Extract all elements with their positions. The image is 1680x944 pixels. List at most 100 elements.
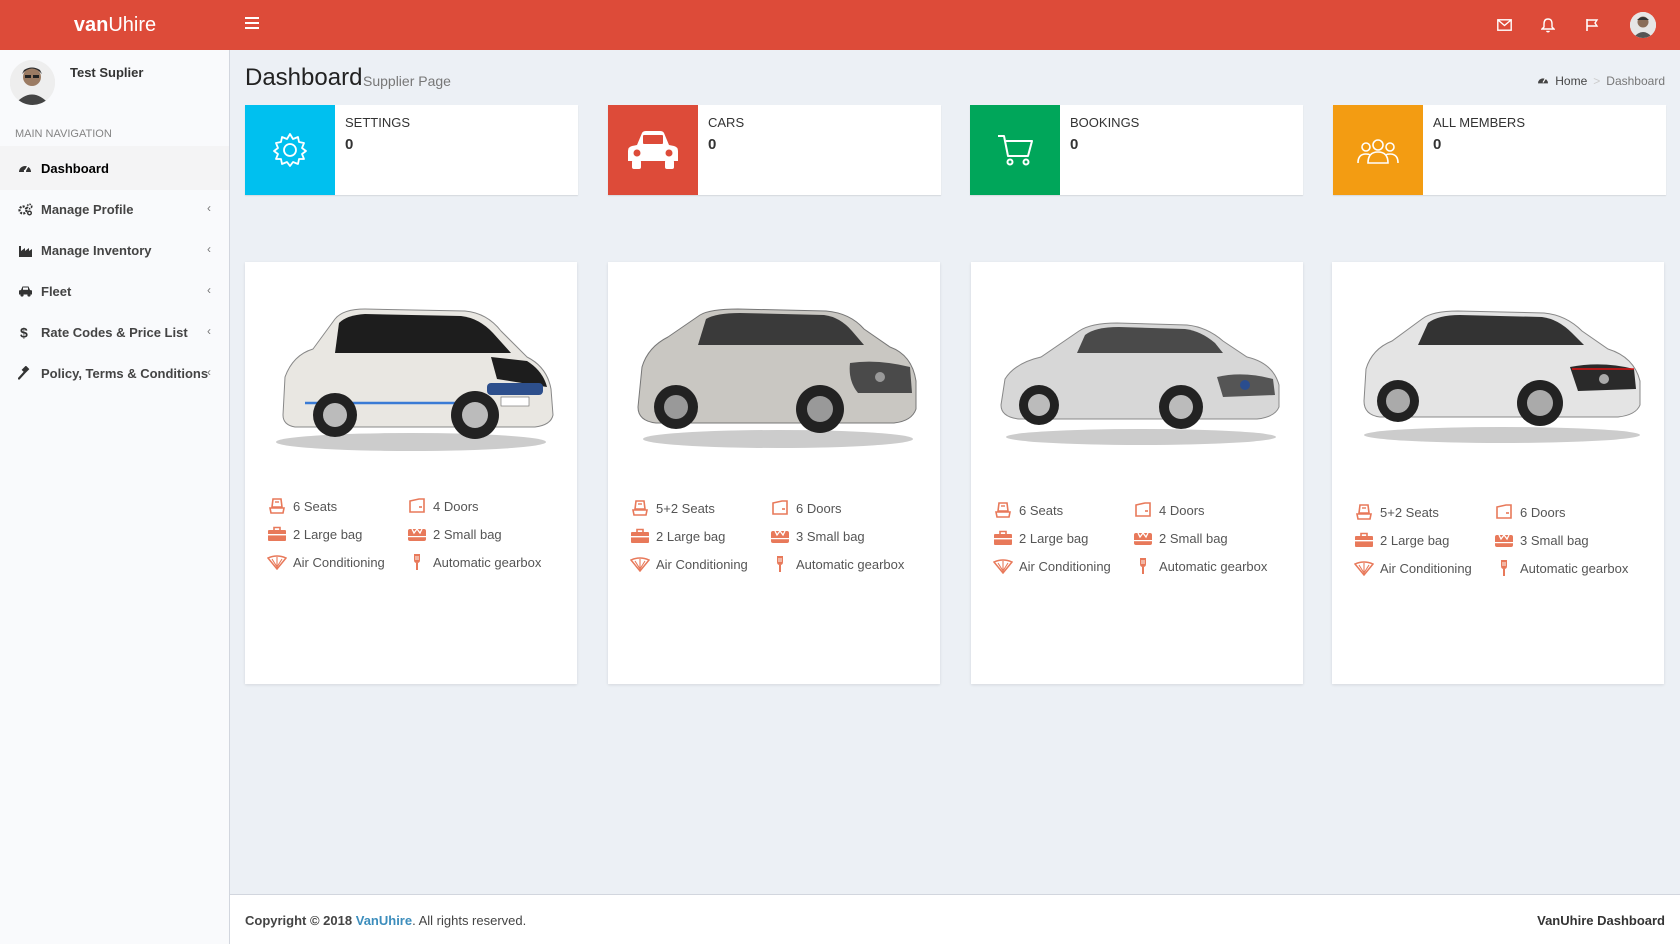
feature-label: 5+2 Seats	[1380, 504, 1439, 520]
sidebar-item-manage-inventory[interactable]: Manage Inventory ‹	[0, 228, 229, 272]
sidebar-item-label: Manage Inventory	[41, 242, 152, 258]
air-conditioning-icon	[267, 554, 287, 570]
feature-label: Automatic gearbox	[1159, 558, 1268, 574]
chevron-left-icon: ‹	[207, 365, 211, 379]
car-feature: 4 Doors	[407, 498, 479, 514]
dollar-icon: $	[17, 324, 33, 340]
car-feature: Automatic gearbox	[770, 556, 904, 572]
air-conditioning-icon	[993, 558, 1013, 574]
feature-label: Air Conditioning	[656, 556, 748, 572]
copyright-text: Copyright © 2018	[245, 913, 353, 928]
breadcrumb-home[interactable]: Home	[1555, 74, 1587, 88]
gearbox-icon	[407, 554, 427, 570]
gear-icon	[245, 105, 335, 195]
gavel-icon	[17, 365, 33, 381]
car-feature: 6 Seats	[993, 502, 1063, 518]
car-card[interactable]: 5+2 Seats 6 Doors 2 Large bag 3 Small bag Ai…	[1332, 262, 1664, 684]
small-bag-icon	[1494, 532, 1514, 548]
info-box-label: SETTINGS	[345, 115, 411, 130]
car-feature: Automatic gearbox	[407, 554, 541, 570]
sidebar-item-dashboard[interactable]: Dashboard	[0, 146, 229, 190]
car-feature: 2 Large bag	[993, 530, 1088, 546]
sidebar-item-label: Rate Codes & Price List	[41, 324, 188, 340]
sidebar-item-rate-codes[interactable]: $ Rate Codes & Price List ‹	[0, 310, 229, 354]
car-card[interactable]: 6 Seats 4 Doors 2 Large bag 2 Small bag Air …	[971, 262, 1303, 684]
gearbox-icon	[1494, 560, 1514, 576]
car-feature: 6 Doors	[770, 500, 842, 516]
door-icon	[407, 498, 427, 514]
info-box-value: 0	[708, 136, 717, 153]
info-box-cars[interactable]: CARS 0	[608, 105, 941, 195]
car-feature: 4 Doors	[1133, 502, 1205, 518]
info-box-settings[interactable]: SETTINGS 0	[245, 105, 578, 195]
feature-label: 6 Doors	[1520, 504, 1566, 520]
car-feature: Automatic gearbox	[1494, 560, 1628, 576]
car-feature: Air Conditioning	[993, 558, 1111, 574]
sidebar-item-label: Fleet	[41, 283, 72, 299]
car-feature: 6 Seats	[267, 498, 337, 514]
car-icon	[17, 283, 33, 299]
avatar[interactable]	[10, 60, 55, 105]
dashboard-icon	[17, 160, 33, 176]
info-box-value: 0	[345, 136, 354, 153]
feature-label: 3 Small bag	[1520, 532, 1589, 548]
mail-icon[interactable]	[1494, 15, 1514, 35]
gearbox-icon	[1133, 558, 1153, 574]
door-icon	[1133, 502, 1153, 518]
chevron-left-icon: ‹	[207, 283, 211, 297]
breadcrumb-separator: >	[1593, 74, 1601, 88]
nav-header: MAIN NAVIGATION	[15, 128, 112, 140]
footer-brand: VanUhire Dashboard	[1537, 913, 1665, 928]
feature-label: 3 Small bag	[796, 528, 865, 544]
gearbox-icon	[770, 556, 790, 572]
car-feature: 2 Large bag	[267, 526, 362, 542]
info-box-value: 0	[1070, 136, 1079, 153]
app-logo[interactable]: van Uhire	[0, 0, 230, 50]
car-image	[1352, 297, 1644, 457]
feature-label: Automatic gearbox	[1520, 560, 1629, 576]
flag-icon[interactable]	[1582, 15, 1602, 35]
logo-bold: van	[73, 13, 109, 36]
page-subtitle: Supplier Page	[363, 73, 451, 89]
car-feature: 3 Small bag	[1494, 532, 1589, 548]
feature-label: 4 Doors	[1159, 502, 1205, 518]
brand-link[interactable]: VanUhire	[356, 913, 412, 928]
large-bag-icon	[1354, 532, 1374, 548]
feature-label: Air Conditioning	[1019, 558, 1111, 574]
info-box-members[interactable]: ALL MEMBERS 0	[1333, 105, 1666, 195]
breadcrumb: Home > Dashboard	[1537, 74, 1665, 88]
car-feature: 5+2 Seats	[1354, 504, 1439, 520]
sidebar: Test Suplier MAIN NAVIGATION Dashboard M…	[0, 50, 230, 944]
info-box-bookings[interactable]: BOOKINGS 0	[970, 105, 1303, 195]
feature-label: 2 Large bag	[656, 528, 726, 544]
sidebar-toggle-icon[interactable]	[245, 17, 259, 31]
info-box-label: BOOKINGS	[1070, 115, 1140, 130]
feature-label: 2 Large bag	[1019, 530, 1089, 546]
user-panel: Test Suplier	[10, 60, 220, 110]
svg-text:$: $	[20, 325, 28, 340]
feature-label: 2 Small bag	[433, 526, 502, 542]
car-feature: 2 Large bag	[630, 528, 725, 544]
feature-label: 6 Seats	[1019, 502, 1064, 518]
info-box-label: CARS	[708, 115, 745, 130]
footer: Copyright © 2018 VanUhire. All rights re…	[230, 894, 1680, 944]
footer-copyright: Copyright © 2018 VanUhire. All rights re…	[245, 913, 526, 928]
sidebar-item-fleet[interactable]: Fleet ‹	[0, 269, 229, 313]
feature-label: 6 Doors	[796, 500, 842, 516]
bell-icon[interactable]	[1538, 15, 1558, 35]
user-name: Test Suplier	[70, 65, 144, 80]
feature-label: 4 Doors	[433, 498, 479, 514]
sidebar-item-manage-profile[interactable]: Manage Profile ‹	[0, 187, 229, 231]
feature-label: Air Conditioning	[293, 554, 385, 570]
small-bag-icon	[770, 528, 790, 544]
small-bag-icon	[1133, 530, 1153, 546]
door-icon	[770, 500, 790, 516]
air-conditioning-icon	[1354, 560, 1374, 576]
car-card[interactable]: 5+2 Seats 6 Doors 2 Large bag 3 Small bag Ai…	[608, 262, 940, 684]
sidebar-item-label: Policy, Terms & Conditions	[41, 365, 209, 381]
sidebar-item-label: Manage Profile	[41, 201, 134, 217]
user-avatar-top[interactable]	[1630, 12, 1656, 38]
sidebar-item-policy[interactable]: Policy, Terms & Conditions ‹	[0, 351, 229, 395]
car-card[interactable]: 6 Seats 4 Doors 2 Large bag 2 Small bag Air …	[245, 262, 577, 684]
dashboard-icon	[1537, 74, 1549, 88]
